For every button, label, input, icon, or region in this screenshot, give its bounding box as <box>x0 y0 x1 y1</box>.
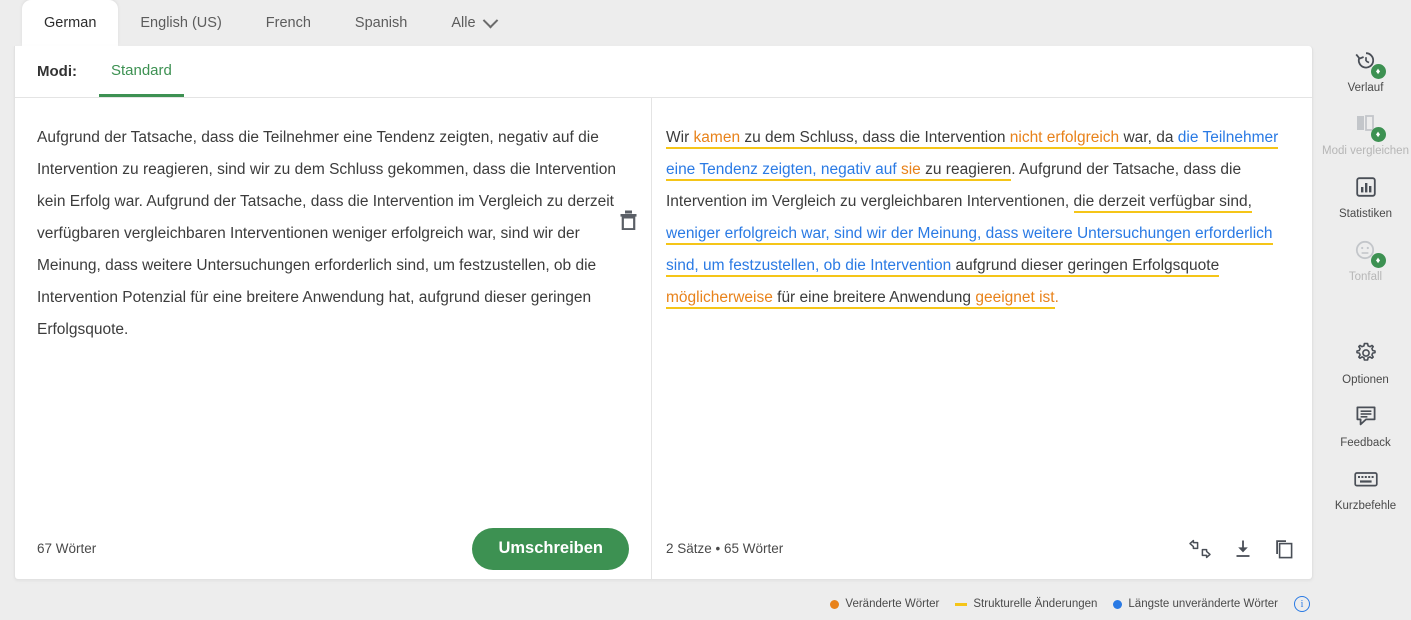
output-token: kamen <box>693 129 741 149</box>
legend-label: Längste unveränderte Wörter <box>1128 598 1278 610</box>
sidebar-item-feedback[interactable]: Feedback <box>1320 401 1411 450</box>
output-token: geeignet ist <box>975 289 1055 309</box>
legend-dash-yellow <box>955 602 968 606</box>
chevron-down-icon <box>482 12 498 28</box>
sidebar-item-label: Tonfall <box>1348 271 1383 283</box>
output-token: . <box>1054 289 1059 306</box>
sidebar-item-label: Verlauf <box>1347 82 1384 94</box>
legend: Veränderte Wörter Strukturelle Änderunge… <box>830 596 1310 612</box>
feedback-thumbs-icon[interactable] <box>1188 539 1212 559</box>
language-tab-label: Spanish <box>354 15 408 31</box>
language-tab-label: German <box>44 15 97 31</box>
legend-item-unchanged-words: Längste unveränderte Wörter <box>1113 598 1278 610</box>
right-sidebar: ♦ Verlauf ♦ Modi vergleichen Statistiken <box>1320 0 1411 620</box>
language-tab-all-dropdown[interactable]: Alle <box>429 0 517 46</box>
premium-badge: ♦ <box>1370 64 1386 79</box>
sidebar-item-tonfall[interactable]: ♦ Tonfall <box>1320 235 1411 284</box>
sidebar-item-label: Kurzbefehle <box>1334 500 1397 512</box>
modes-bar: Modi: Standard <box>15 46 1312 98</box>
output-pane: Wir kamen zu dem Schluss, dass die Inter… <box>652 98 1312 579</box>
output-token: nicht erfolgreich <box>1009 129 1120 149</box>
output-token: Wir <box>666 129 694 149</box>
sidebar-item-statistiken[interactable]: Statistiken <box>1320 172 1411 221</box>
legend-dot-blue <box>1113 599 1123 609</box>
sidebar-item-verlauf[interactable]: ♦ Verlauf <box>1320 46 1411 95</box>
output-token: für eine breitere Anwendung <box>772 289 976 309</box>
output-footer: 2 Sätze • 65 Wörter <box>652 518 1312 579</box>
language-tab-english-us[interactable]: English (US) <box>118 0 243 46</box>
output-token: zu reagieren <box>920 161 1012 181</box>
input-word-count: 67 Wörter <box>37 541 97 556</box>
speech-bubble-icon <box>1351 401 1381 431</box>
statistics-icon <box>1351 172 1381 202</box>
keyboard-icon <box>1351 464 1381 494</box>
output-token: zu dem Schluss, dass die Intervention <box>740 129 1010 149</box>
language-tab-german[interactable]: German <box>22 0 119 46</box>
gear-icon <box>1351 338 1381 368</box>
language-tab-french[interactable]: French <box>244 0 333 46</box>
mode-tab-standard[interactable]: Standard <box>98 46 184 97</box>
sidebar-item-modi-vergleichen[interactable]: ♦ Modi vergleichen <box>1320 109 1411 158</box>
sidebar-item-kurzbefehle[interactable]: Kurzbefehle <box>1320 464 1411 513</box>
premium-badge: ♦ <box>1370 253 1386 268</box>
paraphraser-card: Modi: Standard Aufgrund der Tatsache, da… <box>14 46 1313 580</box>
output-token: aufgrund dieser geringen Erfolgsquote <box>951 257 1220 277</box>
output-text[interactable]: Wir kamen zu dem Schluss, dass die Inter… <box>652 98 1312 518</box>
language-tab-label: French <box>265 15 311 31</box>
tone-icon: ♦ <box>1351 235 1386 268</box>
output-actions <box>1188 539 1294 559</box>
modes-label: Modi: <box>37 63 77 80</box>
input-textarea[interactable]: Aufgrund der Tatsache, dass die Teilnehm… <box>15 98 651 518</box>
output-token: sie <box>900 161 921 181</box>
legend-label: Strukturelle Änderungen <box>973 598 1098 610</box>
output-token: möglicherweise <box>666 289 773 309</box>
compare-modes-icon: ♦ <box>1351 109 1386 142</box>
sidebar-item-label: Modi vergleichen <box>1322 145 1409 157</box>
copy-icon[interactable] <box>1274 539 1294 559</box>
rewrite-button[interactable]: Umschreiben <box>472 527 629 570</box>
input-footer: 67 Wörter Umschreiben <box>15 518 651 579</box>
info-icon[interactable]: i <box>1294 596 1310 612</box>
legend-item-changed-words: Veränderte Wörter <box>830 598 939 610</box>
sidebar-item-optionen[interactable]: Optionen <box>1320 338 1411 387</box>
language-tab-label: Alle <box>451 15 476 31</box>
language-tab-spanish[interactable]: Spanish <box>333 0 429 46</box>
legend-label: Veränderte Wörter <box>845 598 940 610</box>
output-stats: 2 Sätze • 65 Wörter <box>666 541 784 556</box>
language-tab-label: English (US) <box>140 15 222 31</box>
output-token: war, da <box>1119 129 1178 149</box>
editor-panes: Aufgrund der Tatsache, dass die Teilnehm… <box>15 98 1312 579</box>
sidebar-item-label: Optionen <box>1342 374 1389 386</box>
sidebar-item-label: Feedback <box>1340 437 1391 449</box>
history-icon: ♦ <box>1351 46 1386 79</box>
trash-icon[interactable] <box>620 210 637 235</box>
download-icon[interactable] <box>1234 539 1252 559</box>
sidebar-item-label: Statistiken <box>1338 208 1393 220</box>
premium-badge: ♦ <box>1370 127 1386 142</box>
output-token: die derzeit verfügbar sind, <box>1073 193 1252 213</box>
language-tab-bar: German English (US) French Spanish Alle <box>0 0 1320 46</box>
legend-item-structural-changes: Strukturelle Änderungen <box>955 598 1097 610</box>
input-pane: Aufgrund der Tatsache, dass die Teilnehm… <box>15 98 652 579</box>
legend-dot-orange <box>830 599 840 609</box>
